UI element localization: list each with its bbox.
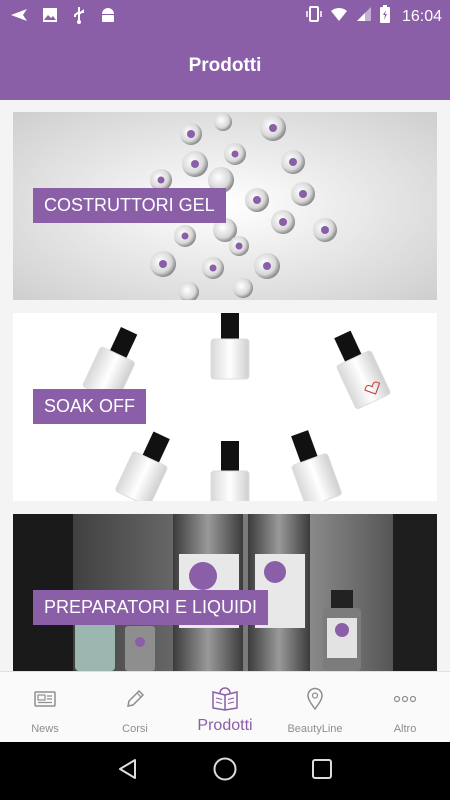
bottom-navigation: News Corsi Prodotti BeautyLine Altro bbox=[0, 671, 450, 742]
pencil-icon bbox=[124, 685, 146, 713]
nav-item-prodotti[interactable]: Prodotti bbox=[180, 672, 270, 742]
vibrate-icon bbox=[306, 5, 322, 28]
page-title: Prodotti bbox=[188, 55, 262, 76]
nav-item-news[interactable]: News bbox=[0, 672, 90, 742]
nav-label: Prodotti bbox=[197, 717, 253, 734]
app-header: Prodotti bbox=[0, 32, 450, 100]
signal-icon bbox=[356, 6, 372, 27]
category-label: COSTRUTTORI GEL bbox=[33, 188, 226, 223]
android-icon bbox=[100, 6, 116, 29]
category-card-preparatori-e-liquidi[interactable]: PREPARATORI E LIQUIDI bbox=[13, 514, 437, 671]
category-label: PREPARATORI E LIQUIDI bbox=[33, 590, 269, 625]
book-icon bbox=[211, 685, 239, 713]
nav-label: News bbox=[31, 723, 59, 735]
image-icon bbox=[42, 7, 58, 28]
battery-icon bbox=[379, 5, 390, 28]
clock: 16:04 bbox=[401, 7, 442, 25]
location-pin-icon bbox=[306, 685, 324, 713]
nav-item-beautyline[interactable]: BeautyLine bbox=[270, 672, 360, 742]
recents-icon[interactable] bbox=[310, 757, 334, 786]
category-card-costruttori-gel[interactable]: COSTRUTTORI GEL bbox=[13, 112, 437, 300]
category-label: SOAK OFF bbox=[33, 389, 147, 424]
back-icon[interactable] bbox=[116, 757, 140, 786]
usb-icon bbox=[72, 6, 86, 29]
nav-label: Altro bbox=[393, 723, 417, 735]
nav-label: Corsi bbox=[122, 723, 148, 735]
newspaper-icon bbox=[34, 685, 56, 713]
system-navigation-bar bbox=[0, 742, 450, 800]
nav-item-altro[interactable]: Altro bbox=[360, 672, 450, 742]
home-icon[interactable] bbox=[212, 756, 238, 787]
category-card-soak-off[interactable]: SOAK OFF bbox=[13, 313, 437, 501]
send-icon bbox=[10, 8, 28, 27]
more-icon bbox=[393, 685, 417, 713]
status-bar: 16:04 bbox=[0, 0, 450, 32]
nav-item-corsi[interactable]: Corsi bbox=[90, 672, 180, 742]
wifi-icon bbox=[330, 6, 348, 27]
nav-label: BeautyLine bbox=[287, 723, 343, 735]
category-list[interactable]: COSTRUTTORI GEL SOAK OFF PREPARATORI E L… bbox=[0, 100, 450, 671]
